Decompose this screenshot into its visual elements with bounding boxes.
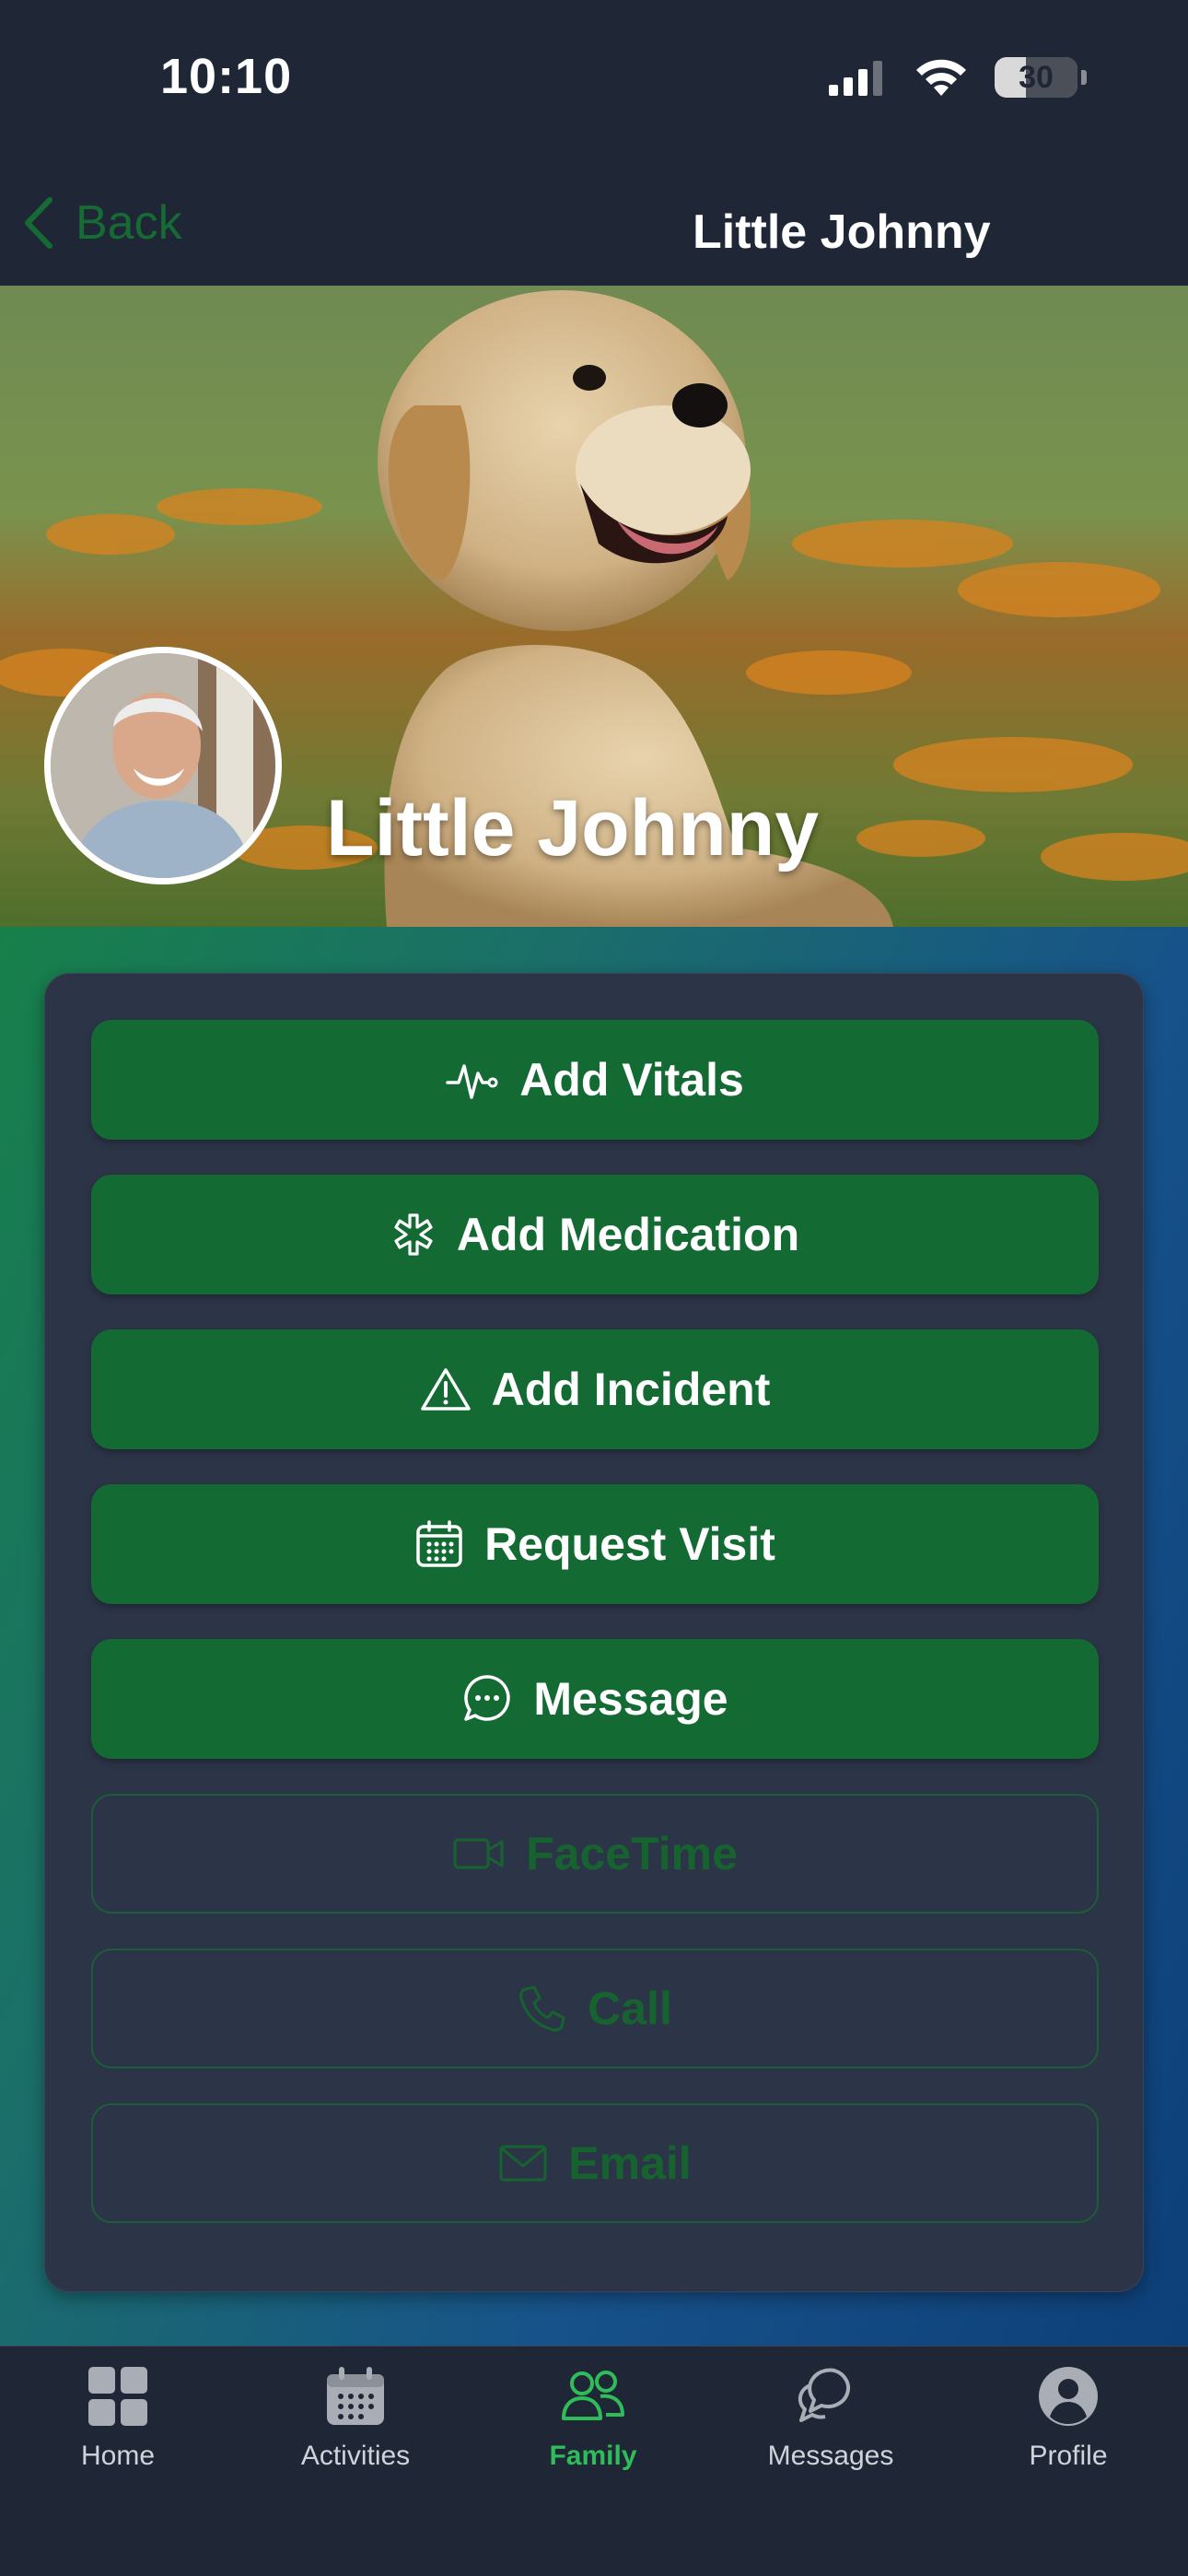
medical-asterisk-icon: [394, 1213, 433, 1256]
back-label: Back: [76, 196, 182, 250]
email-button[interactable]: Email: [91, 2103, 1099, 2223]
tab-family[interactable]: Family: [492, 2365, 694, 2472]
video-camera-icon: [453, 1838, 504, 1869]
add-vitals-label: Add Vitals: [519, 1054, 744, 1106]
message-button[interactable]: Message: [91, 1639, 1099, 1759]
senior-man-photo: [51, 653, 275, 878]
person-circle-icon: [1039, 2367, 1098, 2426]
add-medication-label: Add Medication: [456, 1209, 800, 1260]
tab-home[interactable]: Home: [17, 2365, 219, 2472]
tab-profile[interactable]: Profile: [967, 2365, 1170, 2472]
chevron-left-icon: [25, 197, 52, 249]
message-label: Message: [533, 1673, 728, 1725]
grid-icon: [88, 2367, 147, 2426]
add-incident-label: Add Incident: [491, 1364, 771, 1415]
status-time: 10:10: [160, 49, 293, 104]
people-icon: [562, 2371, 624, 2420]
add-incident-button[interactable]: Add Incident: [91, 1329, 1099, 1449]
content-area: Add Vitals Add Medication Add Incident R…: [0, 927, 1188, 2346]
chat-bubble-icon: [464, 1675, 511, 1721]
add-medication-button[interactable]: Add Medication: [91, 1175, 1099, 1294]
battery-icon: 30: [995, 57, 1077, 98]
phone-icon: [519, 1985, 565, 2032]
back-button[interactable]: Back: [22, 195, 182, 251]
tab-family-label: Family: [549, 2441, 637, 2471]
email-label: Email: [568, 2137, 692, 2189]
tab-home-label: Home: [80, 2441, 156, 2471]
pulse-icon: [446, 1064, 498, 1099]
request-visit-label: Request Visit: [484, 1518, 775, 1570]
envelope-icon: [499, 2145, 547, 2182]
tab-messages[interactable]: Messages: [729, 2365, 932, 2472]
add-vitals-button[interactable]: Add Vitals: [91, 1020, 1099, 1140]
warning-triangle-icon: [420, 1368, 471, 1411]
nav-title: Little Johnny: [693, 205, 991, 259]
hero-cover: Little Johnny: [0, 286, 1188, 927]
tab-activities[interactable]: Activities: [254, 2365, 457, 2472]
facetime-button[interactable]: FaceTime: [91, 1794, 1099, 1914]
call-button[interactable]: Call: [91, 1949, 1099, 2068]
chat-bubbles-icon: [798, 2368, 851, 2422]
tab-profile-label: Profile: [1029, 2441, 1108, 2471]
tab-messages-label: Messages: [767, 2441, 894, 2471]
facetime-label: FaceTime: [526, 1828, 738, 1879]
profile-avatar[interactable]: [44, 647, 282, 884]
calendar-icon: [327, 2367, 384, 2425]
signal-icon: [829, 61, 882, 96]
battery-level: 30: [1019, 59, 1054, 95]
tab-bar: Home Activities Family Messages Profile: [0, 2346, 1188, 2576]
status-icons: 30: [827, 57, 1087, 98]
status-bar: 10:10 30: [0, 0, 1188, 147]
call-label: Call: [588, 1983, 672, 2034]
request-visit-button[interactable]: Request Visit: [91, 1484, 1099, 1604]
calendar-icon: [416, 1520, 462, 1567]
navigation-bar: Back Little Johnny: [0, 147, 1188, 286]
actions-card: Add Vitals Add Medication Add Incident R…: [44, 973, 1144, 2292]
hero-name: Little Johnny: [326, 784, 820, 872]
tab-activities-label: Activities: [300, 2441, 411, 2471]
wifi-icon: [916, 59, 966, 96]
